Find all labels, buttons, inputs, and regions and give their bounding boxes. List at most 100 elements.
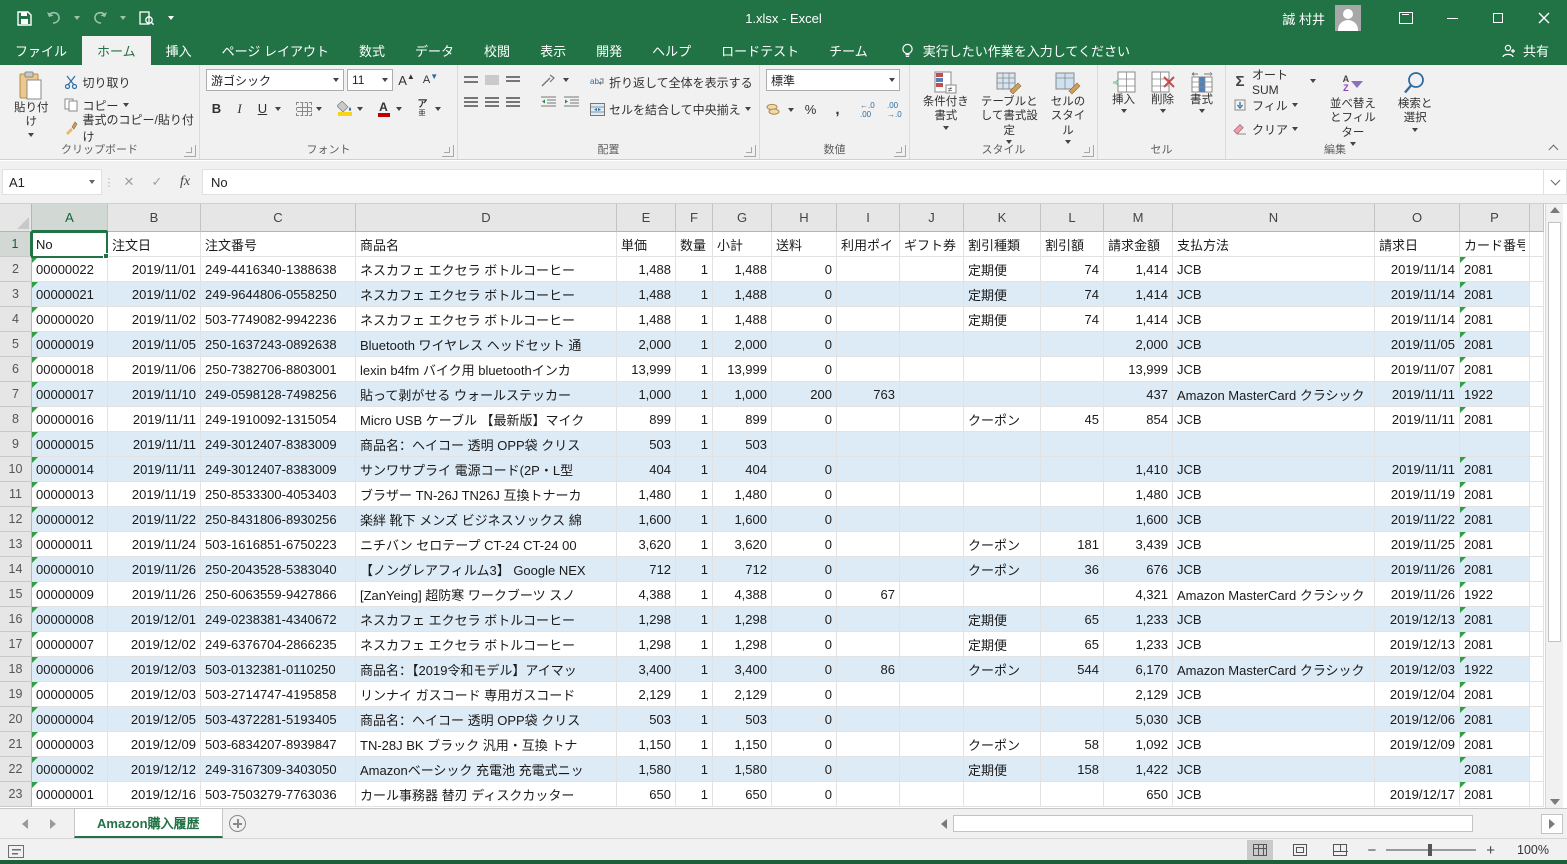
currency-icon[interactable] <box>766 102 782 118</box>
column-header-C[interactable]: C <box>201 204 356 232</box>
currency-dropdown-icon[interactable] <box>788 108 794 112</box>
cell-I7[interactable]: 763 <box>837 382 900 407</box>
cell-B3[interactable]: 2019/11/02 <box>108 282 201 307</box>
undo-icon[interactable] <box>44 8 64 28</box>
cell-O21[interactable]: 2019/12/09 <box>1375 732 1460 757</box>
font-name-select[interactable]: 游ゴシック <box>206 69 344 91</box>
cell-P21[interactable]: 2081 <box>1460 732 1530 757</box>
new-sheet-button[interactable] <box>223 809 253 838</box>
cell-D20[interactable]: 商品名：ヘイコー 透明 OPP袋 クリス <box>356 707 617 732</box>
cell-L2[interactable]: 74 <box>1041 257 1104 282</box>
vertical-scroll-thumb[interactable] <box>1548 222 1561 642</box>
cell-G1[interactable]: 小計 <box>713 232 772 257</box>
cell-I17[interactable] <box>837 632 900 657</box>
cell-O17[interactable]: 2019/12/13 <box>1375 632 1460 657</box>
cell-K22[interactable]: 定期便 <box>964 757 1041 782</box>
cell-N9[interactable] <box>1173 432 1375 457</box>
cell-O22[interactable] <box>1375 757 1460 782</box>
cell-sliver-4[interactable] <box>1530 307 1544 332</box>
cell-N22[interactable]: JCB <box>1173 757 1375 782</box>
row-header-11[interactable]: 11 <box>0 482 32 507</box>
user-avatar[interactable] <box>1335 5 1361 31</box>
cell-O18[interactable]: 2019/12/03 <box>1375 657 1460 682</box>
bold-button[interactable]: B <box>206 98 227 119</box>
cancel-entry-icon[interactable]: ✕ <box>116 169 142 195</box>
cell-F18[interactable]: 1 <box>676 657 713 682</box>
cell-O11[interactable]: 2019/11/19 <box>1375 482 1460 507</box>
paste-button[interactable]: 貼り付け <box>6 69 57 139</box>
vertical-scrollbar[interactable] <box>1545 204 1563 808</box>
cell-B15[interactable]: 2019/11/26 <box>108 582 201 607</box>
cell-B13[interactable]: 2019/11/24 <box>108 532 201 557</box>
ribbon-tab-ヘルプ[interactable]: ヘルプ <box>637 36 706 65</box>
cell-P19[interactable]: 2081 <box>1460 682 1530 707</box>
cell-J3[interactable] <box>900 282 964 307</box>
cell-sliver-23[interactable] <box>1530 782 1544 807</box>
cell-G11[interactable]: 1,480 <box>713 482 772 507</box>
cell-N19[interactable]: JCB <box>1173 682 1375 707</box>
cell-N21[interactable]: JCB <box>1173 732 1375 757</box>
cell-A8[interactable]: 00000016 <box>32 407 108 432</box>
cell-G14[interactable]: 712 <box>713 557 772 582</box>
font-color-icon[interactable]: A <box>373 98 394 119</box>
cell-sliver-19[interactable] <box>1530 682 1544 707</box>
cell-sliver-13[interactable] <box>1530 532 1544 557</box>
cell-M11[interactable]: 1,480 <box>1104 482 1173 507</box>
ribbon-tab-ロードテスト[interactable]: ロードテスト <box>706 36 814 65</box>
font-size-select[interactable]: 11 <box>347 69 393 91</box>
cell-L23[interactable] <box>1041 782 1104 807</box>
cell-F23[interactable]: 1 <box>676 782 713 807</box>
cell-F22[interactable]: 1 <box>676 757 713 782</box>
cell-B22[interactable]: 2019/12/12 <box>108 757 201 782</box>
redo-icon[interactable] <box>90 8 110 28</box>
cell-H4[interactable]: 0 <box>772 307 837 332</box>
cell-M13[interactable]: 3,439 <box>1104 532 1173 557</box>
cell-L12[interactable] <box>1041 507 1104 532</box>
cell-B18[interactable]: 2019/12/03 <box>108 657 201 682</box>
decrease-font-icon[interactable]: A▼ <box>420 70 441 91</box>
cell-O19[interactable]: 2019/12/04 <box>1375 682 1460 707</box>
cell-F10[interactable]: 1 <box>676 457 713 482</box>
row-header-16[interactable]: 16 <box>0 607 32 632</box>
redo-dropdown-icon[interactable] <box>120 16 126 20</box>
cell-E19[interactable]: 2,129 <box>617 682 676 707</box>
cell-E4[interactable]: 1,488 <box>617 307 676 332</box>
cell-B10[interactable]: 2019/11/11 <box>108 457 201 482</box>
cell-L20[interactable] <box>1041 707 1104 732</box>
column-header-O[interactable]: O <box>1375 204 1460 232</box>
cell-E16[interactable]: 1,298 <box>617 607 676 632</box>
ribbon-tab-数式[interactable]: 数式 <box>344 36 400 65</box>
cell-O5[interactable]: 2019/11/05 <box>1375 332 1460 357</box>
font-dialog-launcher-icon[interactable] <box>442 145 454 157</box>
page-break-view-button[interactable] <box>1327 840 1353 860</box>
cell-N13[interactable]: JCB <box>1173 532 1375 557</box>
cell-K1[interactable]: 割引種類 <box>964 232 1041 257</box>
cell-B17[interactable]: 2019/12/02 <box>108 632 201 657</box>
row-header-19[interactable]: 19 <box>0 682 32 707</box>
cell-D4[interactable]: ネスカフェ エクセラ ボトルコーヒー <box>356 307 617 332</box>
cell-sliver-15[interactable] <box>1530 582 1544 607</box>
cell-E22[interactable]: 1,580 <box>617 757 676 782</box>
decrease-decimal-icon[interactable]: .00 →.0 <box>887 99 908 120</box>
cell-I1[interactable]: 利用ポイント <box>837 232 900 257</box>
cell-O12[interactable]: 2019/11/22 <box>1375 507 1460 532</box>
horizontal-scrollbar[interactable] <box>935 809 1567 838</box>
cell-I4[interactable] <box>837 307 900 332</box>
cell-G7[interactable]: 1,000 <box>713 382 772 407</box>
cell-L19[interactable] <box>1041 682 1104 707</box>
cell-L14[interactable]: 36 <box>1041 557 1104 582</box>
cell-C9[interactable]: 249-3012407-8383009 <box>201 432 356 457</box>
cell-B5[interactable]: 2019/11/05 <box>108 332 201 357</box>
cell-N12[interactable]: JCB <box>1173 507 1375 532</box>
cell-sliver-10[interactable] <box>1530 457 1544 482</box>
cell-L17[interactable]: 65 <box>1041 632 1104 657</box>
cell-L22[interactable]: 158 <box>1041 757 1104 782</box>
cell-H8[interactable]: 0 <box>772 407 837 432</box>
ribbon-tab-ホーム[interactable]: ホーム <box>82 36 151 65</box>
cell-K8[interactable]: クーポン <box>964 407 1041 432</box>
cell-O4[interactable]: 2019/11/14 <box>1375 307 1460 332</box>
zoom-out-icon[interactable]: − <box>1367 842 1376 859</box>
cell-K5[interactable] <box>964 332 1041 357</box>
cell-sliver-17[interactable] <box>1530 632 1544 657</box>
user-name[interactable]: 誠 村井 <box>1282 9 1325 28</box>
